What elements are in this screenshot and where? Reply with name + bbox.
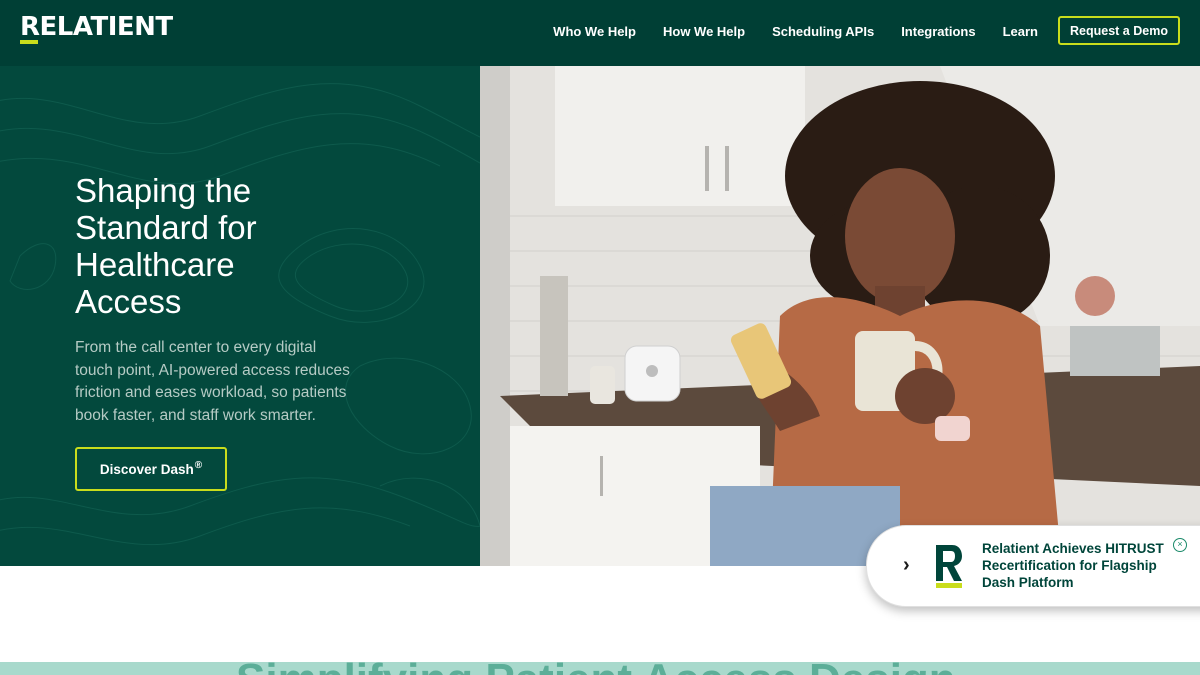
top-navigation: RELATIENT Who We Help How We Help Schedu…: [0, 0, 1200, 66]
next-section-band: Simplifying Patient Access Design: [0, 662, 1200, 675]
chevron-right-icon[interactable]: ›: [903, 554, 910, 577]
nav-integrations[interactable]: Integrations: [901, 24, 975, 39]
relatient-logo[interactable]: RELATIENT: [20, 14, 173, 46]
logo-accent-bar: [20, 40, 38, 44]
registered-mark: ®: [194, 459, 203, 471]
section-heading: Simplifying Patient Access Design: [236, 662, 956, 675]
nav-scheduling-apis[interactable]: Scheduling APIs: [772, 24, 874, 39]
logo-wordmark: RELATIENT: [20, 12, 173, 42]
close-circle-icon[interactable]: ×: [1173, 538, 1187, 552]
relatient-r-logo-icon: [936, 545, 962, 588]
woman-with-phone-and-mug-photo: [480, 66, 1200, 566]
news-toast[interactable]: › Relatient Achieves HITRUST Recertifica…: [866, 525, 1200, 607]
hero-photo: [480, 66, 1200, 566]
hero-headline: Shaping the Standard for Healthcare Acce…: [75, 172, 257, 320]
discover-dash-button[interactable]: Discover Dash ®: [75, 447, 227, 491]
request-demo-button[interactable]: Request a Demo: [1058, 16, 1180, 45]
hero-subtext: From the call center to every digital to…: [75, 339, 350, 424]
toast-headline[interactable]: Relatient Achieves HITRUST Recertificati…: [982, 541, 1182, 591]
discover-dash-label: Discover Dash: [99, 461, 194, 477]
main-menu: Who We Help How We Help Scheduling APIs …: [526, 0, 1038, 62]
hero-panel: Shaping the Standard for Healthcare Acce…: [0, 66, 480, 566]
nav-learn[interactable]: Learn: [1003, 24, 1038, 39]
nav-how-we-help[interactable]: How We Help: [663, 24, 745, 39]
nav-who-we-help[interactable]: Who We Help: [553, 24, 636, 39]
